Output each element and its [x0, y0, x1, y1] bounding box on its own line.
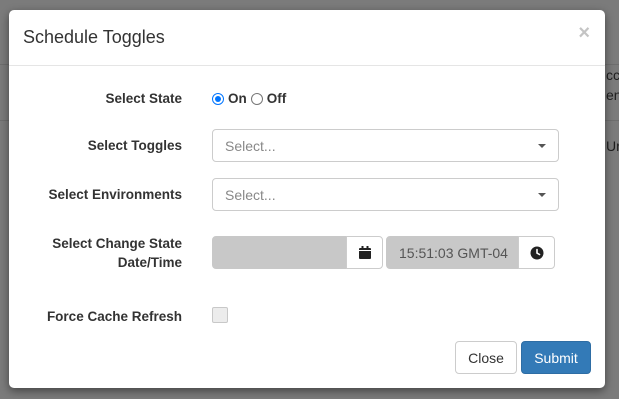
close-button[interactable]: Close [455, 341, 517, 374]
bg-text: Ur [606, 138, 619, 154]
change-state-label-line1: Select Change State [52, 236, 182, 251]
modal-header: Schedule Toggles × [9, 10, 605, 66]
state-on-radio[interactable] [212, 92, 224, 105]
bg-text: en [606, 87, 619, 103]
state-off-radio[interactable] [250, 92, 263, 105]
calendar-icon [358, 246, 371, 259]
bg-text: cc [606, 67, 619, 83]
chevron-down-icon [538, 193, 546, 197]
environments-select[interactable]: Select... [212, 178, 559, 211]
cache-refresh-label: Force Cache Refresh [46, 309, 182, 324]
time-picker-button[interactable] [518, 236, 555, 269]
toggles-select[interactable]: Select... [212, 129, 559, 162]
close-icon[interactable]: × [578, 23, 590, 43]
date-input[interactable] [212, 236, 347, 269]
submit-button[interactable]: Submit [521, 341, 591, 374]
toggles-placeholder: Select... [225, 138, 276, 154]
change-state-label-line2: Date/Time [117, 255, 182, 270]
state-label: Select State [105, 91, 182, 106]
state-on-label[interactable]: On [228, 91, 247, 106]
modal-title: Schedule Toggles [23, 27, 165, 47]
date-picker-button[interactable] [346, 236, 383, 269]
time-value: 15:51:03 GMT-04 [399, 245, 508, 261]
toggles-label: Select Toggles [87, 138, 182, 153]
time-input[interactable]: 15:51:03 GMT-04 [386, 236, 519, 269]
environments-placeholder: Select... [225, 187, 276, 203]
clock-icon [530, 246, 543, 259]
state-off-label[interactable]: Off [267, 91, 287, 106]
chevron-down-icon [538, 144, 546, 148]
environments-label: Select Environments [48, 187, 182, 202]
schedule-toggles-modal: Schedule Toggles × Select State On Off S… [9, 10, 605, 388]
cache-refresh-checkbox[interactable] [212, 307, 228, 323]
state-radio-group: On Off [212, 91, 286, 106]
